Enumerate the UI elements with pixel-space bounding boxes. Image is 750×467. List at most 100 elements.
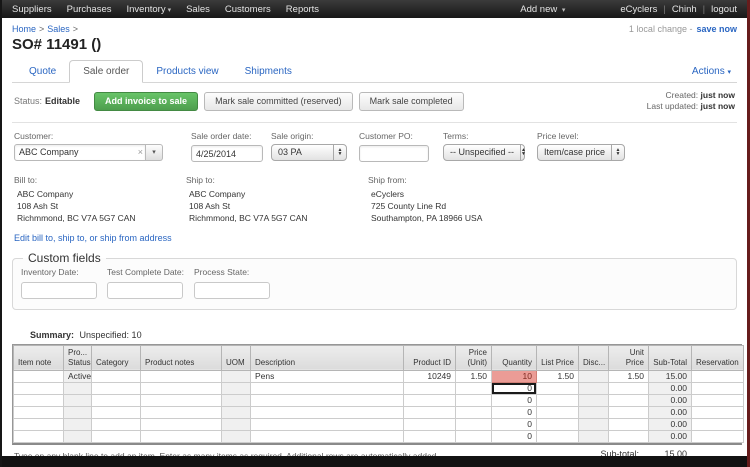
cell-product_notes[interactable] — [141, 370, 222, 382]
cell-status[interactable] — [64, 382, 92, 394]
cell-description[interactable]: Pens — [251, 370, 404, 382]
tab-products-view[interactable]: Products view — [143, 61, 231, 82]
cell-reservation[interactable] — [692, 418, 744, 430]
breadcrumb-sales-link[interactable]: Sales — [47, 24, 70, 34]
cell-status[interactable]: Active — [64, 370, 92, 382]
nav-item-inventory[interactable]: Inventory▾ — [127, 4, 172, 15]
nav-item-customers[interactable]: Customers — [225, 4, 271, 15]
cell-item_note[interactable] — [14, 394, 64, 406]
cell-list_price[interactable] — [537, 430, 579, 442]
customer-input[interactable] — [14, 144, 146, 161]
cell-uom[interactable] — [222, 418, 251, 430]
cell-quantity[interactable]: 0 — [492, 406, 537, 418]
cell-list_price[interactable] — [537, 394, 579, 406]
nav-item-sales[interactable]: Sales — [186, 4, 210, 15]
cell-status[interactable] — [64, 418, 92, 430]
cell-product_notes[interactable] — [141, 418, 222, 430]
cell-uom[interactable] — [222, 406, 251, 418]
tab-shipments[interactable]: Shipments — [232, 61, 305, 82]
customer-dropdown-button[interactable]: ▾ — [146, 144, 163, 161]
cell-subtotal[interactable]: 0.00 — [649, 418, 692, 430]
clear-icon[interactable]: × — [138, 147, 143, 157]
cell-status[interactable] — [64, 430, 92, 442]
cell-quantity[interactable]: 0 — [492, 430, 537, 442]
tab-sale-order[interactable]: Sale order — [69, 60, 143, 83]
cell-product_id[interactable] — [404, 430, 456, 442]
cell-subtotal[interactable]: 0.00 — [649, 382, 692, 394]
cell-list_price[interactable]: 1.50 — [537, 370, 579, 382]
mark-completed-button[interactable]: Mark sale completed — [359, 92, 464, 111]
cell-description[interactable] — [251, 430, 404, 442]
cell-price_unit[interactable] — [456, 394, 492, 406]
cell-description[interactable] — [251, 394, 404, 406]
cell-category[interactable] — [92, 394, 141, 406]
breadcrumb-home-link[interactable]: Home — [12, 24, 36, 34]
cell-list_price[interactable] — [537, 418, 579, 430]
cell-disc[interactable] — [579, 430, 609, 442]
cell-subtotal[interactable]: 0.00 — [649, 430, 692, 442]
cell-quantity[interactable]: 0 — [492, 418, 537, 430]
nav-item-purchases[interactable]: Purchases — [67, 4, 112, 15]
cell-disc[interactable] — [579, 394, 609, 406]
price-level-select[interactable]: Item/case price ▲▼ — [537, 144, 625, 161]
cell-subtotal[interactable]: 0.00 — [649, 394, 692, 406]
cell-price_unit[interactable] — [456, 418, 492, 430]
cell-disc[interactable] — [579, 406, 609, 418]
cell-product_notes[interactable] — [141, 382, 222, 394]
cell-reservation[interactable] — [692, 394, 744, 406]
cell-category[interactable] — [92, 406, 141, 418]
cell-product_id[interactable]: 10249 — [404, 370, 456, 382]
cell-reservation[interactable] — [692, 370, 744, 382]
save-now-link[interactable]: save now — [696, 24, 737, 34]
cell-disc[interactable] — [579, 382, 609, 394]
cell-category[interactable] — [92, 382, 141, 394]
cell-disc[interactable] — [579, 370, 609, 382]
cell-item_note[interactable] — [14, 418, 64, 430]
logout-link[interactable]: logout — [711, 4, 737, 15]
cell-description[interactable] — [251, 418, 404, 430]
cell-reservation[interactable] — [692, 430, 744, 442]
nav-item-suppliers[interactable]: Suppliers — [12, 4, 52, 15]
cell-subtotal[interactable]: 15.00 — [649, 370, 692, 382]
cell-list_price[interactable] — [537, 406, 579, 418]
sale-origin-select[interactable]: 03 PA ▲▼ — [271, 144, 347, 161]
cell-category[interactable] — [92, 370, 141, 382]
nav-item-reports[interactable]: Reports — [286, 4, 319, 15]
cell-item_note[interactable] — [14, 430, 64, 442]
cell-item_note[interactable] — [14, 406, 64, 418]
edit-addresses-link[interactable]: Edit bill to, ship to, or ship from addr… — [14, 233, 172, 243]
cell-item_note[interactable] — [14, 370, 64, 382]
cell-price_unit[interactable] — [456, 406, 492, 418]
cell-uom[interactable] — [222, 430, 251, 442]
cell-product_notes[interactable] — [141, 430, 222, 442]
cell-uom[interactable] — [222, 394, 251, 406]
cell-quantity[interactable]: 0 — [492, 382, 537, 394]
mark-committed-button[interactable]: Mark sale committed (reserved) — [204, 92, 353, 111]
cell-unit_price[interactable] — [609, 394, 649, 406]
cell-quantity[interactable]: 10 — [492, 370, 537, 382]
cell-price_unit[interactable]: 1.50 — [456, 370, 492, 382]
terms-select[interactable]: -- Unspecified -- ▲▼ — [443, 144, 525, 161]
cell-unit_price[interactable] — [609, 382, 649, 394]
cell-product_id[interactable] — [404, 418, 456, 430]
process-state-input[interactable] — [194, 282, 270, 299]
cell-reservation[interactable] — [692, 382, 744, 394]
cell-unit_price[interactable] — [609, 430, 649, 442]
customer-po-input[interactable] — [359, 145, 429, 162]
cell-uom[interactable] — [222, 382, 251, 394]
cell-disc[interactable] — [579, 418, 609, 430]
cell-item_note[interactable] — [14, 382, 64, 394]
user-link[interactable]: Chinh — [672, 4, 697, 15]
cell-product_id[interactable] — [404, 406, 456, 418]
test-complete-date-input[interactable] — [107, 282, 183, 299]
cell-unit_price[interactable]: 1.50 — [609, 370, 649, 382]
cell-description[interactable] — [251, 406, 404, 418]
tab-quote[interactable]: Quote — [16, 61, 69, 82]
cell-quantity[interactable]: 0 — [492, 394, 537, 406]
cell-product_id[interactable] — [404, 394, 456, 406]
cell-status[interactable] — [64, 394, 92, 406]
add-new-button[interactable]: Add new ▾ — [520, 4, 565, 15]
cell-uom[interactable] — [222, 370, 251, 382]
cell-status[interactable] — [64, 406, 92, 418]
cell-price_unit[interactable] — [456, 382, 492, 394]
